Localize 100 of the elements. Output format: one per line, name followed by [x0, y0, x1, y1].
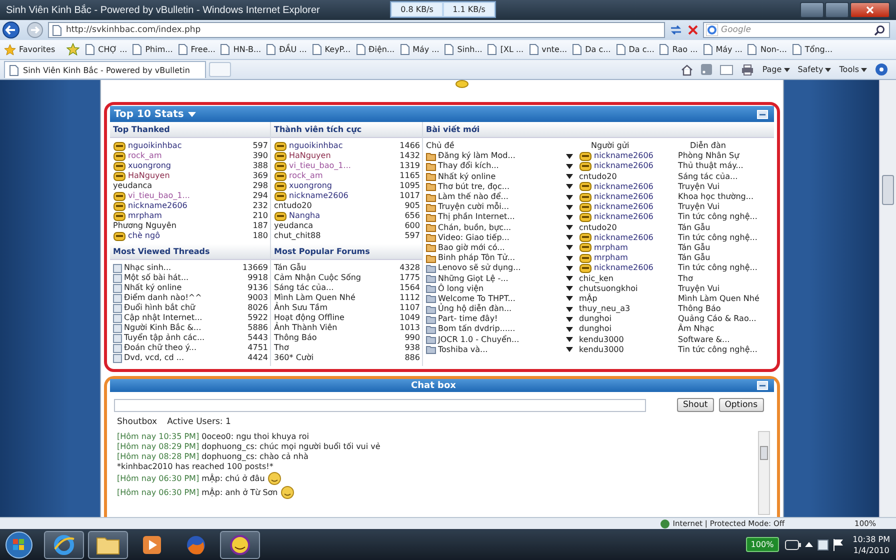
taskbar-app[interactable] — [44, 530, 84, 558]
close-button[interactable] — [850, 2, 890, 18]
stat-name[interactable]: Mình Làm Quen Nhé — [274, 293, 356, 303]
thread-link[interactable]: Part- time đây! — [426, 314, 566, 324]
forum-link[interactable]: Truyện Vui — [678, 182, 720, 192]
thread-link[interactable]: Thị phần Internet... — [426, 212, 566, 222]
forum-link[interactable]: Thủ thuật máy... — [678, 161, 744, 172]
thread-link[interactable]: Bao giờ mới có... — [426, 242, 566, 253]
poster-link[interactable]: mrpham — [579, 253, 654, 264]
stat-name[interactable]: cntudo20 — [274, 201, 312, 211]
tray-arrow-icon[interactable] — [804, 542, 813, 547]
favorite-link[interactable]: Máy ... — [702, 44, 742, 55]
taskbar-app[interactable] — [88, 530, 128, 558]
mail-icon[interactable] — [720, 64, 734, 74]
favorite-link[interactable]: Phim... — [132, 44, 173, 55]
back-icon[interactable] — [2, 21, 22, 39]
stat-name[interactable]: Cảm Nhận Cuộc Sống — [274, 273, 362, 283]
add-favorite-icon[interactable] — [66, 43, 80, 56]
clock-time[interactable]: 10:38 PM — [852, 534, 890, 544]
thread-link[interactable]: Bom tấn dvdrip...... — [426, 324, 566, 334]
poster-link[interactable]: chutsuongkhoi — [579, 284, 654, 294]
stat-name[interactable]: chè ngô — [113, 231, 160, 241]
favorite-link[interactable]: Máy ... — [400, 44, 440, 55]
stat-name[interactable]: Đuổi hình bắt chữ — [113, 303, 196, 313]
forum-link[interactable]: Tin tức công nghệ... — [678, 232, 758, 243]
maximize-button[interactable] — [825, 2, 849, 18]
forum-link[interactable]: Âm Nhạc — [678, 324, 714, 334]
thread-link[interactable]: Những Giọt Lệ -... — [426, 274, 566, 284]
poster-link[interactable]: mẬp — [579, 294, 654, 304]
poster-link[interactable]: nickname2606 — [579, 161, 654, 172]
browser-tab[interactable]: Sinh Viên Kinh Bắc - Powered by vBulletin — [4, 61, 206, 78]
forum-link[interactable]: Quảng Cáo & Rao... — [678, 314, 756, 324]
thread-link[interactable]: Lenovo sẽ sử dụng... — [426, 263, 566, 274]
stat-name[interactable]: yeudanca — [274, 221, 314, 231]
forum-link[interactable]: Thông Báo — [678, 304, 721, 314]
favorite-link[interactable]: Sinh... — [444, 44, 482, 55]
poster-link[interactable]: thuy_neu_a3 — [579, 304, 654, 314]
stat-name[interactable]: HaNguyen — [113, 171, 170, 181]
thread-link[interactable]: Đăng ký làm Mod... — [426, 151, 566, 162]
thread-link[interactable]: Ô long viện — [426, 284, 566, 294]
caret-icon[interactable] — [188, 112, 196, 116]
favorite-link[interactable]: Da c... — [572, 44, 611, 55]
poster-link[interactable]: dunghoi — [579, 324, 654, 334]
poster-link[interactable]: cntudo20 — [579, 172, 654, 182]
stat-name[interactable]: rock_am — [274, 171, 323, 181]
thread-link[interactable]: Nhất ký online — [426, 172, 566, 182]
poster-link[interactable]: nickname2606 — [579, 263, 654, 274]
stat-name[interactable]: Cập nhật Internet... — [113, 313, 202, 323]
collapse-icon[interactable] — [757, 110, 768, 118]
home-icon[interactable] — [681, 64, 694, 76]
address-field[interactable]: http://svkinhbac.com/index.php — [48, 22, 665, 38]
thread-link[interactable]: Video: Giao tiếp... — [426, 232, 566, 243]
feed-icon[interactable] — [701, 64, 712, 75]
printer-icon[interactable] — [741, 64, 754, 76]
stat-name[interactable]: Thơ — [274, 343, 289, 353]
collapse-icon[interactable] — [757, 381, 768, 390]
command-menu[interactable]: Page — [762, 65, 790, 74]
stat-name[interactable]: nickname2606 — [274, 191, 348, 201]
forum-link[interactable]: Tin tức công nghệ... — [678, 263, 758, 274]
stat-name[interactable]: xuongrong — [113, 161, 172, 171]
forum-link[interactable]: Tin tức công nghệ... — [678, 212, 758, 222]
message-input[interactable] — [114, 398, 646, 412]
battery-indicator[interactable]: 100% — [746, 537, 779, 552]
poster-link[interactable]: nickname2606 — [579, 151, 654, 162]
stat-name[interactable]: nguoikinhbac — [274, 141, 343, 151]
favorite-link[interactable]: Điện... — [356, 44, 395, 55]
clock-date[interactable]: 1/4/2010 — [853, 544, 890, 556]
favorite-link[interactable]: Tổng... — [792, 44, 832, 55]
forum-link[interactable]: Tán Gẫu — [678, 253, 710, 264]
chat-button[interactable]: Shout — [677, 398, 714, 412]
thread-link[interactable]: Truyện cười mỗi... — [426, 202, 566, 212]
thread-link[interactable]: Chán, buồn, bực... — [426, 222, 566, 233]
stat-name[interactable]: Tán Gẫu — [274, 263, 306, 273]
favorite-link[interactable]: ĐẦU ... — [266, 44, 307, 55]
stat-name[interactable]: nguoikinhbac — [113, 141, 182, 151]
forum-link[interactable]: Phòng Nhân Sự — [678, 151, 740, 162]
stat-name[interactable]: Một số bài hát... — [113, 273, 189, 283]
thread-link[interactable]: Thay đổi kích... — [426, 161, 566, 172]
stat-name[interactable]: Sáng tác của... — [274, 283, 334, 293]
start-button[interactable] — [4, 530, 34, 558]
thread-link[interactable]: JOCR 1.0 - Chuyển... — [426, 334, 566, 345]
forum-link[interactable]: Tán Gẫu — [678, 242, 710, 253]
scrollbar[interactable] — [758, 431, 770, 515]
stat-name[interactable]: nickname2606 — [113, 201, 188, 211]
favorite-link[interactable]: CHỢ ... — [85, 44, 128, 55]
command-menu[interactable]: Safety — [798, 65, 832, 74]
command-menu[interactable]: Tools — [839, 65, 867, 74]
favorite-link[interactable]: Da c... — [616, 44, 654, 55]
stat-name[interactable]: xuongrong — [274, 181, 332, 191]
favorites-button[interactable]: Favorites — [4, 44, 56, 56]
search-field[interactable]: Google — [703, 22, 890, 38]
refresh-icon[interactable] — [669, 24, 683, 36]
stat-name[interactable]: yeudanca — [113, 181, 152, 191]
stat-name[interactable]: HaNguyen — [274, 151, 331, 161]
poster-link[interactable]: nickname2606 — [579, 182, 654, 192]
stat-name[interactable]: Điểm danh nào!^^ — [113, 293, 202, 303]
stat-name[interactable]: Ảnh Sưu Tầm — [274, 303, 328, 313]
thread-link[interactable]: Binh pháp Tôn Tử... — [426, 253, 566, 264]
poster-link[interactable]: nickname2606 — [579, 232, 654, 243]
forum-link[interactable]: Truyện Vui — [678, 284, 720, 294]
